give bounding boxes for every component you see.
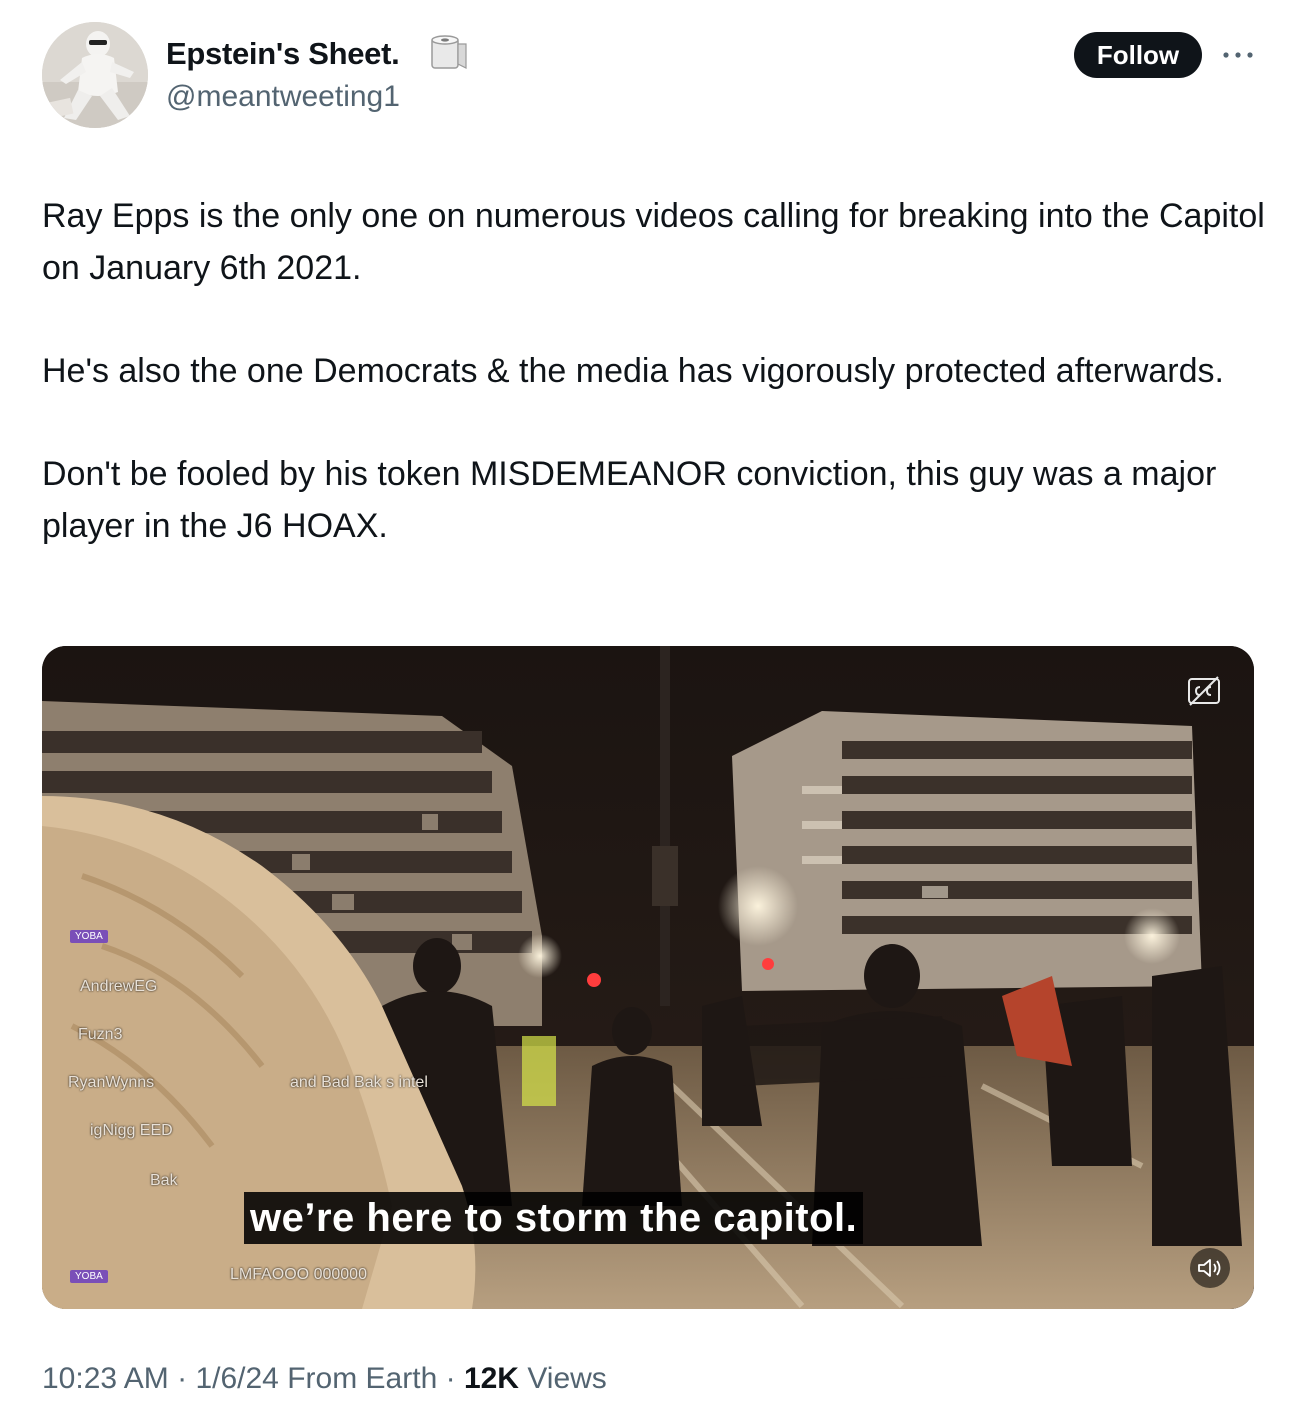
tweet-paragraph: He's also the one Democrats & the media … xyxy=(42,352,1224,390)
closed-captions-icon xyxy=(1188,676,1220,706)
meta-separator: · xyxy=(445,1362,456,1395)
tweet-paragraph: Ray Epps is the only one on numerous vid… xyxy=(42,197,1265,287)
more-dots-icon xyxy=(1223,52,1253,58)
avatar-image xyxy=(42,22,148,128)
avatar[interactable] xyxy=(42,22,148,128)
chat-line: and Bad Bak s intel xyxy=(290,1074,428,1091)
tweet-text: Ray Epps is the only one on numerous vid… xyxy=(42,190,1272,552)
chat-line: igNigg EED xyxy=(90,1122,173,1139)
toilet-paper-roll-emoji xyxy=(431,35,467,69)
video-caption: we’re here to storm the capitol. xyxy=(244,1192,864,1244)
closed-captions-button[interactable] xyxy=(1186,674,1222,708)
speaker-icon xyxy=(1198,1259,1221,1277)
tweet-paragraph: Don't be fooled by his token MISDEMEANOR… xyxy=(42,455,1217,545)
author-handle[interactable]: @meantweeting1 xyxy=(166,80,400,114)
chat-line: Fuzn3 xyxy=(78,1026,123,1043)
meta-separator: · xyxy=(177,1362,188,1395)
chat-badge: YOBA xyxy=(70,1270,108,1283)
tweet-date[interactable]: 1/6/24 xyxy=(195,1362,278,1395)
tweet-source: From Earth xyxy=(287,1362,438,1395)
chat-line: Bak xyxy=(150,1172,178,1189)
author-display-name[interactable]: Epstein's Sheet. xyxy=(166,36,400,72)
views-label: Views xyxy=(527,1362,607,1395)
views-count: 12K xyxy=(463,1362,519,1395)
tweet-meta: 10:23 AM · 1/6/24 From Earth · 12K Views xyxy=(42,1362,607,1396)
chat-line: AndrewEG xyxy=(80,978,158,995)
chat-line: RyanWynns xyxy=(68,1074,155,1091)
more-options-button[interactable] xyxy=(1218,40,1258,70)
follow-button[interactable]: Follow xyxy=(1074,32,1202,78)
mute-toggle-button[interactable] xyxy=(1190,1248,1230,1288)
chat-line: LMFAOOO 000000 xyxy=(230,1266,367,1283)
chat-badge: YOBA xyxy=(70,930,108,943)
tweet-time[interactable]: 10:23 AM xyxy=(42,1362,169,1395)
